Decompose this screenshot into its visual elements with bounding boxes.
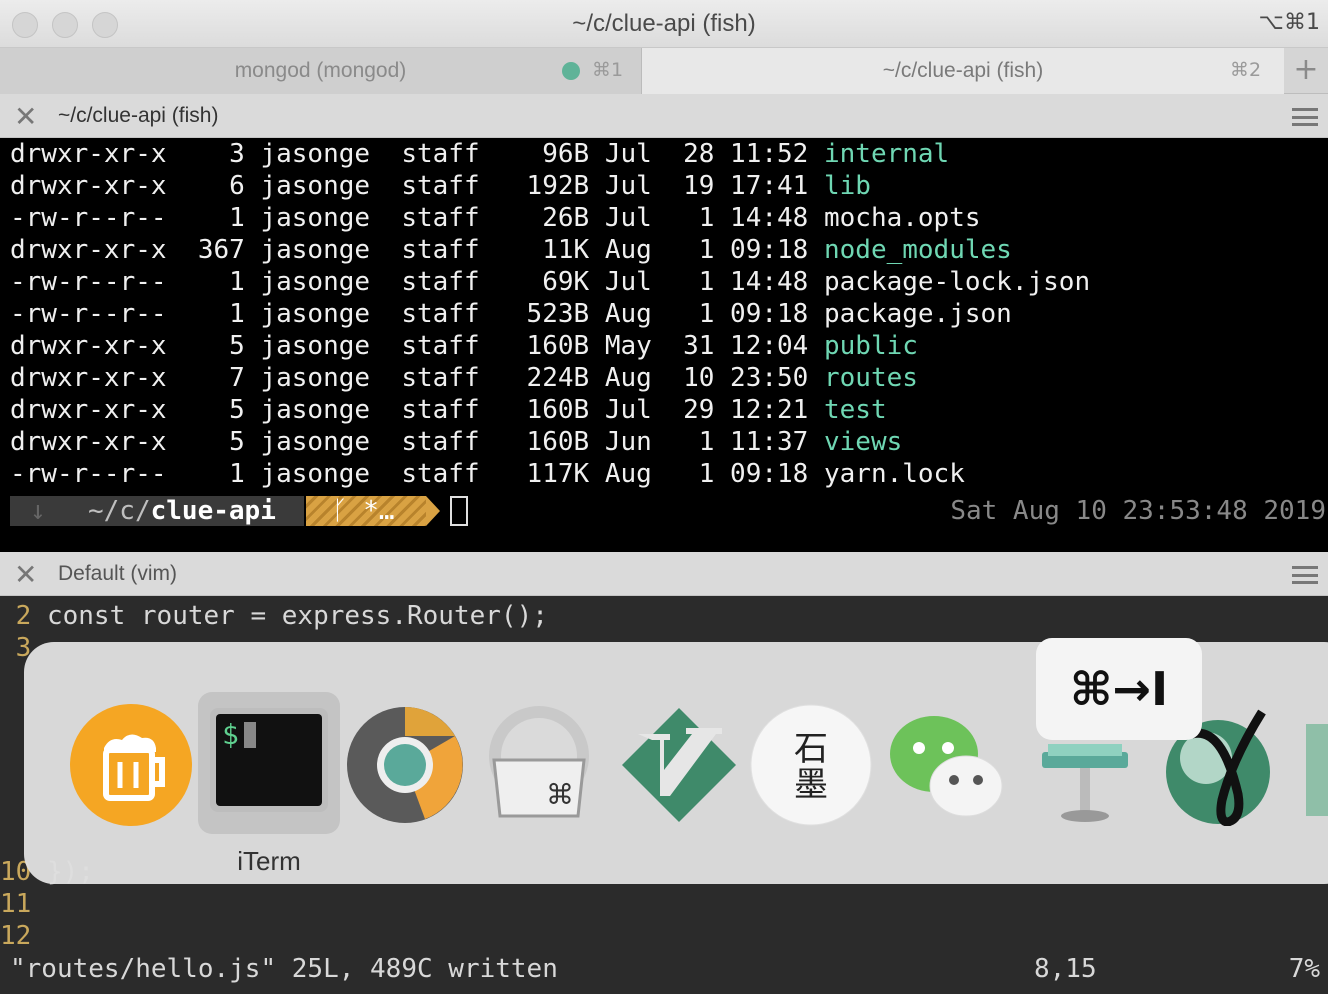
inkstone-icon[interactable]: 石墨 — [750, 704, 872, 826]
prompt-status-segment: ↓ — [10, 496, 70, 526]
terminal-cursor — [450, 496, 468, 526]
status-icon: ↓ — [30, 496, 46, 526]
tab-label: mongod (mongod) — [234, 59, 407, 82]
stamp-icon[interactable] — [1300, 704, 1328, 826]
tab-shortcut: ⌘1 — [592, 59, 624, 81]
ls-row: drwxr-xr-x 7 jasonge staff 224B Aug 10 2… — [10, 362, 1328, 394]
tab-shortcut: ⌘2 — [1230, 59, 1262, 81]
ls-meta: drwxr-xr-x 7 jasonge staff 224B Aug 10 2… — [10, 363, 824, 393]
tab-clue-api[interactable]: ~/c/clue-api (fish) ⌘2 — [642, 48, 1284, 94]
beer-mug-icon[interactable] — [70, 704, 192, 826]
pane-header-fish: ✕ ~/c/clue-api (fish) — [0, 94, 1328, 138]
ls-row: -rw-r--r-- 1 jasonge staff 523B Aug 1 09… — [10, 298, 1328, 330]
prompt-clock: Sat Aug 10 23:53:48 2019 — [950, 496, 1326, 526]
line-number: 11 — [0, 889, 32, 919]
iterm-icon[interactable]: $ — [208, 702, 330, 824]
ls-file-name[interactable]: mocha.opts — [824, 203, 981, 233]
ls-meta: drwxr-xr-x 3 jasonge staff 96B Jul 28 11… — [10, 139, 824, 169]
ls-meta: drwxr-xr-x 5 jasonge staff 160B May 31 1… — [10, 331, 824, 361]
ls-meta: -rw-r--r-- 1 jasonge staff 69K Jul 1 14:… — [10, 267, 824, 297]
keyboard-icon[interactable]: ⌘ — [478, 704, 600, 826]
ls-file-name[interactable]: package-lock.json — [824, 267, 1090, 297]
wechat-icon[interactable] — [886, 704, 1008, 826]
ls-file-name[interactable]: yarn.lock — [824, 459, 965, 489]
ls-meta: drwxr-xr-x 367 jasonge staff 11K Aug 1 0… — [10, 235, 824, 265]
path-prefix: ~/c/ — [88, 496, 151, 526]
pane-title: ~/c/clue-api (fish) — [58, 104, 219, 127]
cursor-position: 8,15 — [1034, 954, 1097, 984]
ls-meta: drwxr-xr-x 6 jasonge staff 192B Jul 19 1… — [10, 171, 824, 201]
ls-directory-name[interactable]: lib — [824, 171, 871, 201]
vim-line: 2 const router = express.Router(); — [0, 600, 548, 632]
app-switcher: $ iTerm ⌘ 石墨 ⌘→I — [24, 638, 1328, 884]
ls-row: drwxr-xr-x 6 jasonge staff 192B Jul 19 1… — [10, 170, 1328, 202]
chrome-icon[interactable] — [344, 704, 466, 826]
vim-line: 11 — [0, 888, 31, 920]
ls-directory-name[interactable]: views — [824, 427, 902, 457]
ls-row: -rw-r--r-- 1 jasonge staff 117K Aug 1 09… — [10, 458, 1328, 490]
ls-directory-name[interactable]: node_modules — [824, 235, 1012, 265]
pane-title: Default (vim) — [58, 562, 178, 585]
iterm-prompt-glyph: $ — [222, 718, 239, 751]
terminal-output[interactable]: drwxr-xr-x 3 jasonge staff 96B Jul 28 11… — [0, 138, 1328, 552]
ls-directory-name[interactable]: public — [824, 331, 918, 361]
ls-meta: -rw-r--r-- 1 jasonge staff 523B Aug 1 09… — [10, 299, 824, 329]
hamburger-menu-icon[interactable] — [1292, 566, 1318, 584]
new-tab-button[interactable]: + — [1284, 48, 1328, 94]
ls-meta: -rw-r--r-- 1 jasonge staff 26B Jul 1 14:… — [10, 203, 824, 233]
status-message: "routes/hello.js" 25L, 489C written — [10, 954, 558, 984]
scroll-percent: 7% — [1288, 954, 1320, 984]
ls-meta: -rw-r--r-- 1 jasonge staff 117K Aug 1 09… — [10, 459, 824, 489]
ls-row: drwxr-xr-x 3 jasonge staff 96B Jul 28 11… — [10, 138, 1328, 170]
shell-prompt: ↓ ~/c/clue-api ᚴ *… Sat Aug 10 23:53:48 … — [10, 496, 1328, 526]
path-dir: clue-api — [150, 496, 276, 526]
activity-dot-icon — [562, 62, 580, 80]
inkstone-text: 石墨 — [794, 729, 828, 805]
line-number: 12 — [0, 921, 32, 951]
window-titlebar: ~/c/clue-api (fish) ⌥⌘1 — [0, 0, 1328, 48]
line-text: const router = express.Router(); — [31, 601, 548, 631]
prompt-path-segment: ~/c/clue-api — [70, 496, 304, 526]
ls-row: drwxr-xr-x 5 jasonge staff 160B Jun 1 11… — [10, 426, 1328, 458]
ls-row: drwxr-xr-x 367 jasonge staff 11K Aug 1 0… — [10, 234, 1328, 266]
hamburger-menu-icon[interactable] — [1292, 108, 1318, 126]
line-number: 2 — [0, 601, 32, 631]
ls-row: -rw-r--r-- 1 jasonge staff 69K Jul 1 14:… — [10, 266, 1328, 298]
ls-row: drwxr-xr-x 5 jasonge staff 160B Jul 29 1… — [10, 394, 1328, 426]
window-title: ~/c/clue-api (fish) — [572, 10, 756, 37]
selected-app-label: iTerm — [237, 846, 301, 876]
tab-label: ~/c/clue-api (fish) — [882, 59, 1044, 82]
ls-directory-name[interactable]: routes — [824, 363, 918, 393]
ls-meta: drwxr-xr-x 5 jasonge staff 160B Jul 29 1… — [10, 395, 824, 425]
prompt-git-segment: ᚴ *… — [306, 496, 426, 526]
vim-status-line: "routes/hello.js" 25L, 489C written 8,15 7… — [10, 954, 1320, 986]
ls-directory-name[interactable]: test — [824, 395, 887, 425]
vim-line: 12 — [0, 920, 31, 952]
close-pane-icon[interactable]: ✕ — [14, 100, 37, 133]
prompt-arrow-icon — [426, 496, 440, 526]
tab-bar: mongod (mongod) ⌘1 ~/c/clue-api (fish) ⌘… — [0, 48, 1328, 94]
ls-meta: drwxr-xr-x 5 jasonge staff 160B Jun 1 11… — [10, 427, 824, 457]
keyboard-hint-badge: ⌘→I — [1036, 638, 1202, 740]
tab-mongod[interactable]: mongod (mongod) ⌘1 — [0, 48, 642, 94]
ls-file-name[interactable]: package.json — [824, 299, 1012, 329]
ls-row: drwxr-xr-x 5 jasonge staff 160B May 31 1… — [10, 330, 1328, 362]
window-shortcut: ⌥⌘1 — [1258, 10, 1320, 35]
svg-text:⌘: ⌘ — [546, 778, 574, 811]
ls-directory-name[interactable]: internal — [824, 139, 949, 169]
vim-icon[interactable] — [618, 704, 740, 826]
ls-row: -rw-r--r-- 1 jasonge staff 26B Jul 1 14:… — [10, 202, 1328, 234]
close-pane-icon[interactable]: ✕ — [14, 558, 37, 591]
pane-header-vim: ✕ Default (vim) — [0, 552, 1328, 596]
